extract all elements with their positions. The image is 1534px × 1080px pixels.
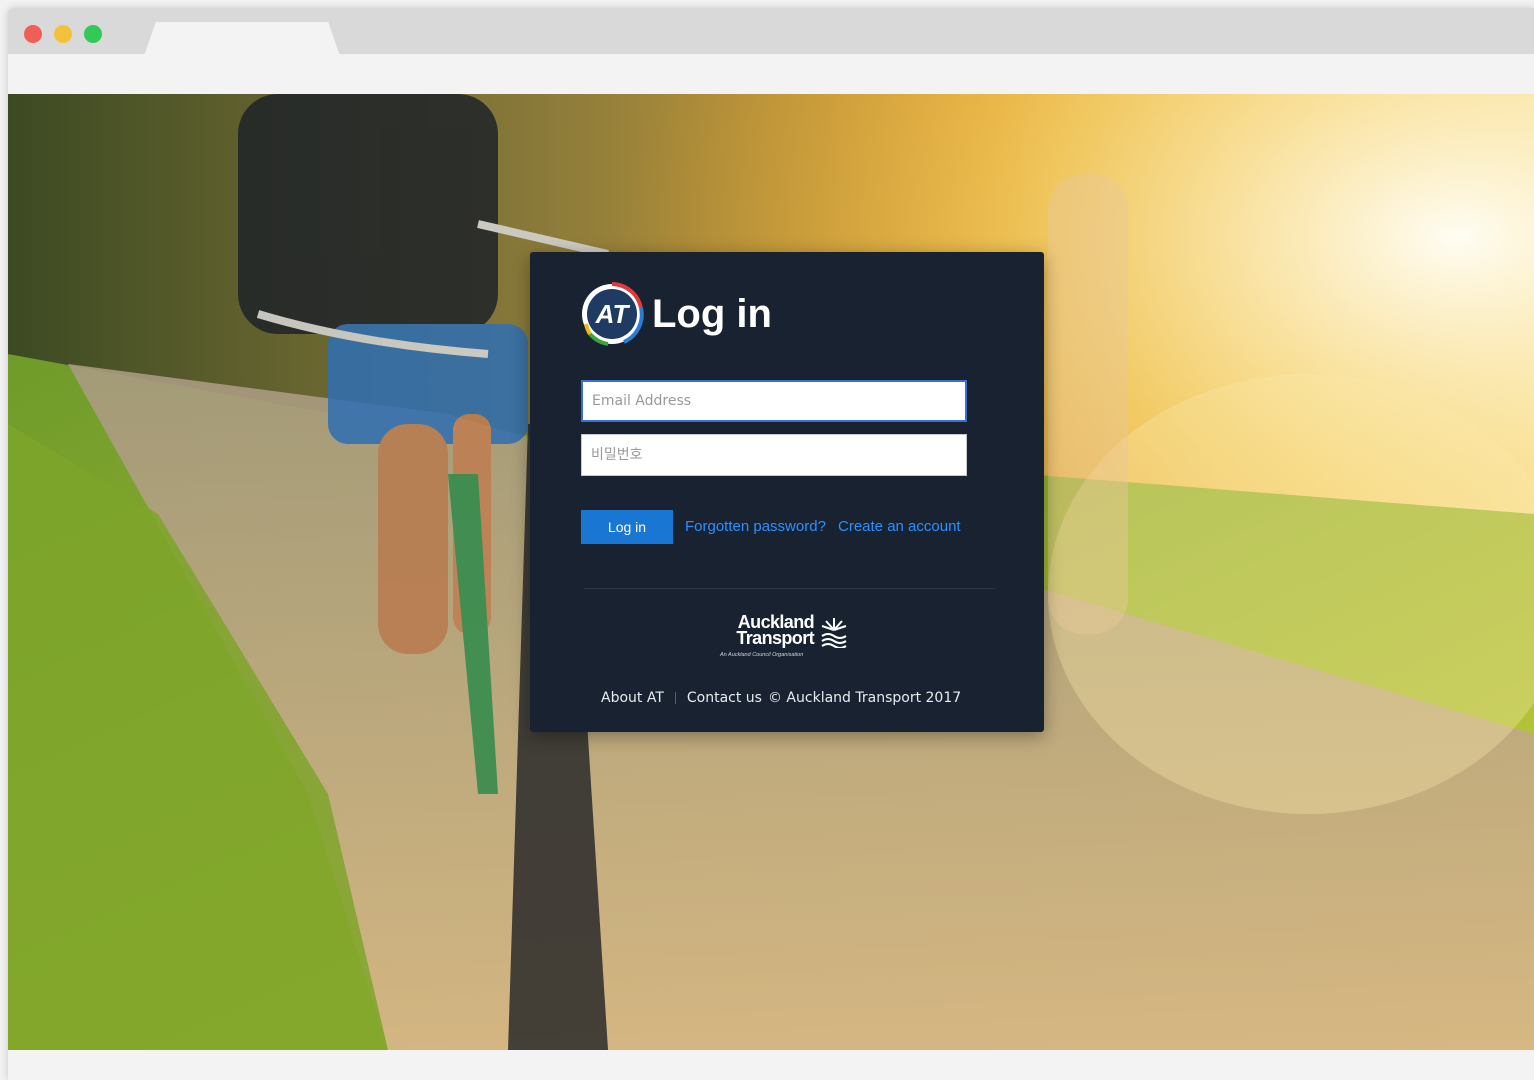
browser-window: AT Log in Log in Forgotten password? Cre… [8,8,1534,1080]
brand-tagline: An Auckland Council Organisation [720,652,804,658]
browser-tab[interactable] [144,22,340,56]
email-field[interactable] [581,380,967,422]
about-link[interactable]: About AT [601,690,664,706]
create-account-link[interactable]: Create an account [838,518,961,535]
minimize-window-button[interactable] [54,25,72,43]
browser-bottom-bar [8,1050,1534,1080]
page-title: Log in [652,291,772,336]
auckland-transport-logo: Auckland Transport An Auckland Council O… [720,613,856,666]
login-header: AT Log in [580,282,772,346]
brand-text: Auckland Transport [720,613,814,648]
contact-link[interactable]: Contact us [687,690,762,706]
login-button[interactable]: Log in [581,510,673,544]
close-window-button[interactable] [24,25,42,43]
forgot-password-link[interactable]: Forgotten password? [685,518,826,535]
footer-separator [674,692,676,704]
login-card: AT Log in Log in Forgotten password? Cre… [530,252,1044,732]
brand-line-2: Transport [736,628,814,648]
tab-bar [8,8,1534,56]
browser-toolbar [8,54,1534,94]
divider [584,588,996,589]
maximize-window-button[interactable] [84,25,102,43]
at-logo-icon: AT [582,282,644,346]
page-viewport: AT Log in Log in Forgotten password? Cre… [8,94,1534,1050]
footer-links: About AT Contact us © Auckland Transport… [601,690,961,706]
password-field[interactable] [581,434,967,476]
copyright-text: © Auckland Transport 2017 [767,690,962,706]
at-logo-letters: AT [595,299,631,329]
sun-waves-icon [821,618,847,648]
